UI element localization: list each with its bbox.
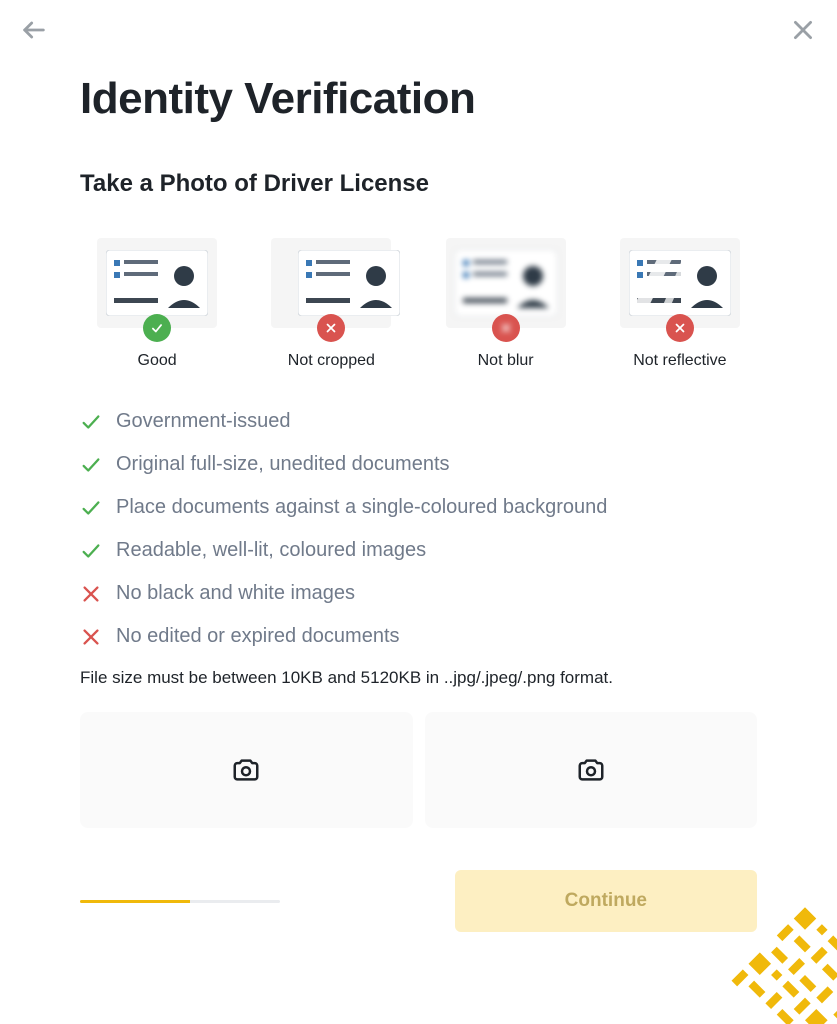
guideline-text: No edited or expired documents xyxy=(116,625,400,648)
example-card xyxy=(446,238,566,328)
example-card xyxy=(97,238,217,328)
x-badge xyxy=(492,314,520,342)
page-title: Identity Verification xyxy=(80,74,757,124)
x-icon xyxy=(80,626,102,648)
guidelines-list: Government-issued Original full-size, un… xyxy=(80,410,757,648)
back-button[interactable] xyxy=(18,14,50,46)
x-badge xyxy=(317,314,345,342)
guideline-item: No black and white images xyxy=(80,582,757,605)
example-label: Not cropped xyxy=(288,352,375,370)
example-not-reflective: Not reflective xyxy=(603,238,757,370)
upload-row xyxy=(80,712,757,828)
id-card-icon xyxy=(629,250,731,316)
guideline-text: No black and white images xyxy=(116,582,355,605)
example-label: Not blur xyxy=(478,352,534,370)
example-good: Good xyxy=(80,238,234,370)
x-icon xyxy=(80,583,102,605)
guideline-item: Government-issued xyxy=(80,410,757,433)
camera-icon xyxy=(231,755,261,785)
progress-bar xyxy=(80,900,280,903)
check-icon xyxy=(80,540,102,562)
id-card-icon xyxy=(455,250,557,316)
guideline-text: Place documents against a single-coloure… xyxy=(116,496,607,519)
example-label: Not reflective xyxy=(633,352,726,370)
file-requirements: File size must be between 10KB and 5120K… xyxy=(80,668,757,688)
check-icon xyxy=(80,497,102,519)
examples-row: Good Not cropped xyxy=(80,238,757,370)
guideline-item: Place documents against a single-coloure… xyxy=(80,496,757,519)
guideline-text: Original full-size, unedited documents xyxy=(116,453,450,476)
id-card-icon xyxy=(298,250,400,316)
example-card xyxy=(271,238,391,328)
upload-slot-front[interactable] xyxy=(80,712,413,828)
camera-icon xyxy=(576,755,606,785)
check-badge xyxy=(143,314,171,342)
guideline-text: Government-issued xyxy=(116,410,291,433)
example-not-cropped: Not cropped xyxy=(254,238,408,370)
guideline-item: No edited or expired documents xyxy=(80,625,757,648)
upload-slot-back[interactable] xyxy=(425,712,758,828)
guideline-item: Readable, well-lit, coloured images xyxy=(80,539,757,562)
progress-fill xyxy=(80,900,190,903)
guideline-item: Original full-size, unedited documents xyxy=(80,453,757,476)
check-icon xyxy=(80,411,102,433)
guideline-text: Readable, well-lit, coloured images xyxy=(116,539,426,562)
example-card xyxy=(620,238,740,328)
example-label: Good xyxy=(138,352,177,370)
continue-button[interactable]: Continue xyxy=(455,870,757,932)
x-badge xyxy=(666,314,694,342)
id-card-icon xyxy=(106,250,208,316)
page-subtitle: Take a Photo of Driver License xyxy=(80,170,757,198)
check-icon xyxy=(80,454,102,476)
close-button[interactable] xyxy=(787,14,819,46)
example-not-blur: Not blur xyxy=(429,238,583,370)
